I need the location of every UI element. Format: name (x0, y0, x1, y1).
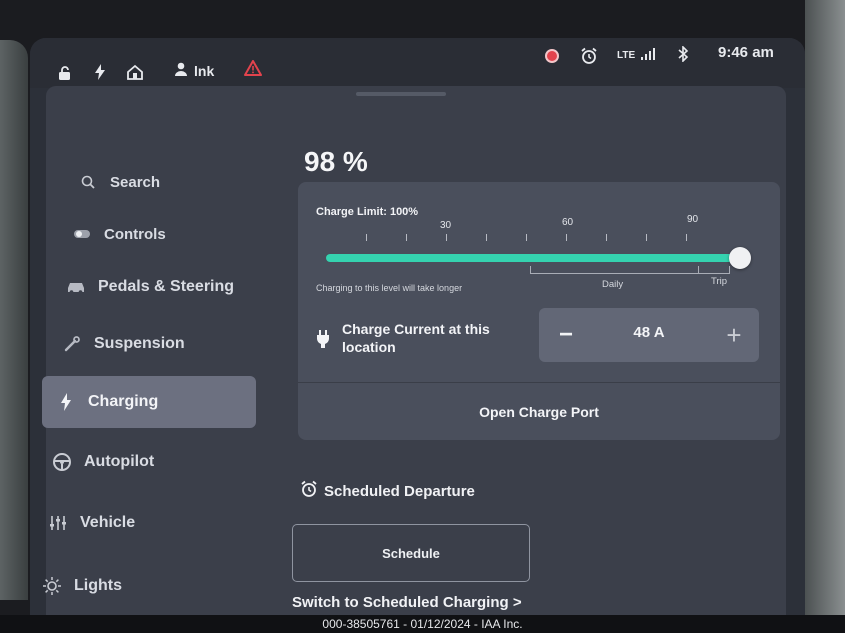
charge-current-stepper: − 48 A + (539, 308, 759, 362)
steering-wheel-icon (50, 450, 74, 474)
sidebar-item-label: Autopilot (84, 453, 155, 470)
dashcam-record-icon[interactable] (545, 49, 559, 63)
trip-divider (698, 266, 699, 274)
lock-icon[interactable] (58, 66, 72, 80)
sun-icon (40, 574, 64, 598)
charge-limit-hint: Charging to this level will take longer (316, 283, 463, 293)
charge-limit-fill (326, 254, 740, 262)
clock: 9:46 am (718, 44, 774, 61)
charge-limit-label: Charge Limit: 100% (316, 206, 419, 218)
warning-icon[interactable] (244, 60, 262, 76)
user-name: lnk (194, 62, 215, 79)
schedule-button[interactable]: Schedule (292, 524, 530, 582)
status-bar: lnk LTE 9:46 am (30, 38, 805, 88)
toggle-icon (70, 222, 94, 246)
scale-label-60: 60 (562, 217, 574, 228)
wrench-icon (60, 332, 84, 356)
sidebar-item-vehicle[interactable]: Vehicle (46, 497, 260, 549)
search-icon (76, 170, 100, 194)
settings-panel: Search Controls Pedals & Steering Suspen… (42, 86, 786, 628)
sidebar-item-pedals-steering[interactable]: Pedals & Steering (46, 261, 260, 313)
user-profile[interactable]: lnk (174, 62, 214, 79)
scheduled-departure-heading: Scheduled Departure (300, 480, 475, 502)
charge-limit-handle[interactable] (729, 247, 751, 269)
cellular-signal: LTE (617, 48, 656, 63)
sidebar-item-label: Pedals & Steering (98, 278, 235, 295)
daily-range-label: Daily (602, 279, 624, 290)
bolt-icon[interactable] (94, 64, 106, 80)
sliders-icon (46, 511, 70, 535)
sidebar-item-autopilot[interactable]: Autopilot (46, 436, 260, 488)
daily-trip-bracket (530, 266, 730, 274)
trip-range-label: Trip (711, 276, 728, 287)
screen-bezel-right (805, 0, 845, 620)
sidebar-item-lights[interactable]: Lights (40, 560, 254, 612)
scale-ticks (328, 234, 738, 244)
increase-current-button[interactable]: + (717, 318, 751, 352)
scale-label-90: 90 (687, 214, 699, 225)
signal-bars-icon (641, 48, 656, 63)
scheduled-departure-title: Scheduled Departure (324, 482, 475, 500)
bolt-icon (54, 390, 78, 414)
switch-to-scheduled-charging-link[interactable]: Switch to Scheduled Charging > (292, 594, 522, 611)
sidebar-item-suspension[interactable]: Suspension (46, 318, 260, 370)
charge-current-label: Charge Current at this location (342, 321, 490, 355)
sidebar-item-label: Suspension (94, 335, 185, 352)
sidebar-item-label: Search (110, 173, 161, 191)
charge-limit-slider[interactable] (326, 247, 751, 269)
car-icon (64, 275, 88, 299)
sidebar-item-charging[interactable]: Charging (42, 376, 256, 428)
screen-bezel-left (0, 40, 28, 600)
alarm-clock-icon (300, 480, 318, 502)
charge-plug-icon (316, 330, 330, 353)
person-icon (174, 62, 188, 79)
sidebar-item-label: Charging (88, 393, 159, 410)
watermark-banner: 000-38505761 - 01/12/2024 - IAA Inc. (0, 615, 845, 633)
alarm-clock-icon[interactable] (580, 47, 598, 65)
sidebar-item-search[interactable]: Search (46, 156, 260, 208)
network-type: LTE (617, 50, 636, 61)
battery-percent: 98 % (304, 146, 368, 177)
sidebar-item-controls[interactable]: Controls (46, 208, 260, 260)
sidebar-item-label: Controls (104, 225, 166, 243)
open-charge-port-button[interactable]: Open Charge Port (298, 383, 780, 440)
bluetooth-icon[interactable] (677, 46, 689, 62)
homelink-icon[interactable] (126, 64, 144, 80)
drag-handle[interactable] (356, 92, 446, 96)
touchscreen: lnk LTE 9:46 am Search Controls Pedals &… (30, 38, 805, 628)
charge-settings-card: Charge Limit: 100% 30 60 90 Charging to … (298, 182, 780, 440)
sidebar-item-label: Vehicle (80, 514, 136, 531)
scale-label-30: 30 (440, 220, 452, 231)
sidebar-item-label: Lights (74, 577, 122, 594)
